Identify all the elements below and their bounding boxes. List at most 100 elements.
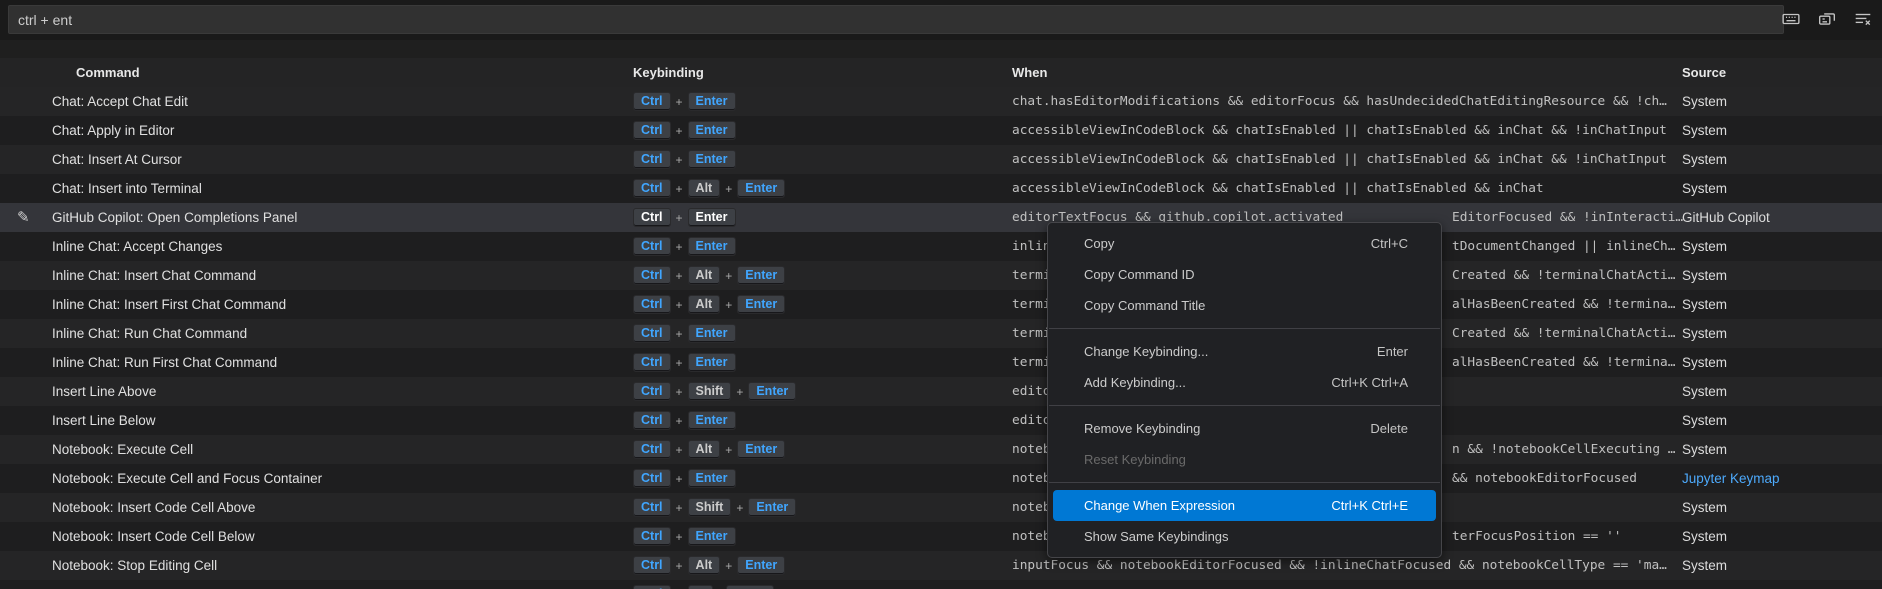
key-separator: + xyxy=(675,529,683,544)
command-label: Inline Chat: Run First Chat Command xyxy=(52,355,278,370)
toolbar-actions xyxy=(1780,8,1874,30)
key-separator: + xyxy=(675,355,683,370)
key-chip: Enter xyxy=(687,353,736,372)
keybinding-row[interactable]: Inline Chat: Run First Chat Command Ctrl +… xyxy=(0,348,1882,377)
source-label: System xyxy=(1682,558,1728,573)
key-separator: + xyxy=(675,268,683,283)
keybinding-row[interactable]: ✎ GitHub Copilot: Open Completions Panel C… xyxy=(0,203,1882,232)
key-chip: Ctrl xyxy=(633,92,671,111)
keybinding-row[interactable]: Insert Line AboveCtrl+Shift+EntereditorT… xyxy=(0,377,1882,406)
key-chip: Ctrl xyxy=(633,324,671,343)
keybinding-chips: Ctrl + Enter xyxy=(633,406,736,435)
record-keys-icon[interactable] xyxy=(1780,8,1802,30)
key-chip: Ctrl xyxy=(633,585,671,589)
menu-separator xyxy=(1049,482,1440,483)
menu-item-show-same-keybindings[interactable]: Show Same Keybindings xyxy=(1048,521,1441,552)
menu-item-copy[interactable]: Copy Ctrl+C xyxy=(1048,228,1441,259)
command-label: Insert Line Above xyxy=(52,384,157,399)
menu-item-copy-command-title[interactable]: Copy Command Title xyxy=(1048,290,1441,321)
keybinding-row[interactable]: Notebook: Execute Cell and Focus Contain… xyxy=(0,464,1882,493)
source-label: System xyxy=(1682,529,1728,544)
key-chip: Enter xyxy=(687,121,736,140)
edit-pencil-icon[interactable]: ✎ xyxy=(17,203,30,232)
keybinding-chips: Ctrl + Alt + Enter xyxy=(633,290,786,319)
command-label: Notebook: Stop Editing Cell xyxy=(52,558,218,573)
key-chip: Enter xyxy=(748,498,797,517)
keybinding-chips: Ctrl + Alt + Enter xyxy=(633,261,786,290)
key-chip: Ctrl xyxy=(633,498,671,517)
source-label: System xyxy=(1682,181,1728,196)
key-separator: + xyxy=(675,181,683,196)
command-label: View: Keep Editor xyxy=(52,580,159,589)
command-label: Notebook: Insert Code Cell Above xyxy=(52,500,256,515)
menu-item-copy-command-id[interactable]: Copy Command ID xyxy=(1048,259,1441,290)
clear-search-icon[interactable] xyxy=(1852,8,1874,30)
keybindings-table: Chat: Accept Chat Edit Ctrl + Enter chat.has… xyxy=(0,87,1882,589)
key-chip: Enter xyxy=(737,266,786,285)
menu-item-shortcut: Enter xyxy=(1376,344,1408,359)
key-chip: Enter xyxy=(737,440,786,459)
source-link[interactable]: Jupyter Keymap xyxy=(1682,464,1780,493)
keybindings-search-input[interactable] xyxy=(8,5,1784,34)
key-chip: Enter xyxy=(687,527,736,546)
menu-item-remove-keybinding[interactable]: Remove Keybinding Delete xyxy=(1048,413,1441,444)
source-label: System xyxy=(1682,268,1728,283)
when-expression-fragment: && notebookEditorFocused xyxy=(1452,471,1637,486)
keybinding-row[interactable]: Inline Chat: Run Chat CommandCtrl+Entert… xyxy=(0,319,1882,348)
source-label: System xyxy=(1682,239,1728,254)
menu-item-label: Add Keybinding... xyxy=(1084,375,1186,390)
command-label: Inline Chat: Insert First Chat Command xyxy=(52,297,287,312)
key-separator: + xyxy=(725,268,733,283)
keybinding-row[interactable]: Chat: Apply in Editor Ctrl + Enter accessibl… xyxy=(0,116,1882,145)
source-label: System xyxy=(1682,384,1728,399)
keybinding-row[interactable]: Insert Line BelowCtrl+EntereditorTextFoc… xyxy=(0,406,1882,435)
search-toolbar xyxy=(0,0,1882,40)
key-chip: Ctrl xyxy=(633,440,671,459)
menu-item-shortcut: Delete xyxy=(1370,421,1408,436)
menu-item-label: Copy Command Title xyxy=(1084,298,1206,313)
source-label: System xyxy=(1682,123,1728,138)
keybinding-row[interactable]: Chat: Insert At Cursor Ctrl + Enter accessib… xyxy=(0,145,1882,174)
menu-item-label: Remove Keybinding xyxy=(1084,421,1201,436)
keybinding-chips: Ctrl + Alt + Enter xyxy=(633,551,786,580)
key-chip: Ctrl xyxy=(633,150,671,169)
keybinding-row[interactable]: Notebook: Insert Code Cell Above Ctrl + Shi… xyxy=(0,493,1882,522)
key-chip: Enter xyxy=(748,382,797,401)
keybinding-row[interactable]: Inline Chat: Insert Chat Command Ctrl + Alt… xyxy=(0,261,1882,290)
header-source: Source xyxy=(1682,65,1727,80)
key-separator: + xyxy=(675,442,683,457)
key-chip: Ctrl xyxy=(633,353,671,372)
keybinding-chips: Ctrl + Enter xyxy=(633,116,736,145)
keybinding-chips: Ctrl + Enter xyxy=(633,145,736,174)
menu-separator xyxy=(1049,405,1440,406)
keybinding-row[interactable]: Chat: Accept Chat Edit Ctrl + Enter chat.has… xyxy=(0,87,1882,116)
key-separator: + xyxy=(675,413,683,428)
menu-item-add-keybinding[interactable]: Add Keybinding... Ctrl+K Ctrl+A xyxy=(1048,367,1441,398)
menu-item-shortcut: Ctrl+K Ctrl+E xyxy=(1331,498,1408,513)
source-label: System xyxy=(1682,580,1727,589)
key-chip: Ctrl xyxy=(633,179,671,198)
keybinding-row[interactable]: Notebook: Execute CellCtrl+Alt+Enternote… xyxy=(0,435,1882,464)
key-chip: Enter xyxy=(725,585,774,589)
keybinding-row[interactable]: Inline Chat: Accept ChangesCtrl+Enterinl… xyxy=(0,232,1882,261)
keybinding-row[interactable]: View: Keep Editor Ctrl+K Enter System xyxy=(0,580,1882,589)
key-separator: + xyxy=(675,500,683,515)
keybinding-row[interactable]: Notebook: Insert Code Cell Below Ctrl + Ent… xyxy=(0,522,1882,551)
keybinding-row[interactable]: Chat: Insert into Terminal Ctrl + Alt + Enter… xyxy=(0,174,1882,203)
menu-item-change-keybinding[interactable]: Change Keybinding... Enter xyxy=(1048,336,1441,367)
key-separator: + xyxy=(725,297,733,312)
source-label: System xyxy=(1682,152,1728,167)
key-chip: Shift xyxy=(687,382,732,401)
menu-item-label: Reset Keybinding xyxy=(1084,452,1186,467)
source-label: System xyxy=(1682,500,1728,515)
key-chip: Alt xyxy=(687,266,721,285)
keybinding-row[interactable]: Notebook: Stop Editing Cell Ctrl + Alt + Ente… xyxy=(0,551,1882,580)
keybinding-row[interactable]: Inline Chat: Insert First Chat Command Ct… xyxy=(0,290,1882,319)
menu-item-change-when-expression[interactable]: Change When Expression Ctrl+K Ctrl+E xyxy=(1053,490,1436,521)
key-chip: Ctrl xyxy=(633,411,671,430)
key-chip: Ctrl xyxy=(633,266,671,285)
when-expression: accessibleViewInCodeBlock && chatIsEnabl… xyxy=(1012,152,1667,167)
sort-precedence-icon[interactable] xyxy=(1816,8,1838,30)
command-label: Inline Chat: Run Chat Command xyxy=(52,326,248,341)
key-chip: Enter xyxy=(687,150,736,169)
